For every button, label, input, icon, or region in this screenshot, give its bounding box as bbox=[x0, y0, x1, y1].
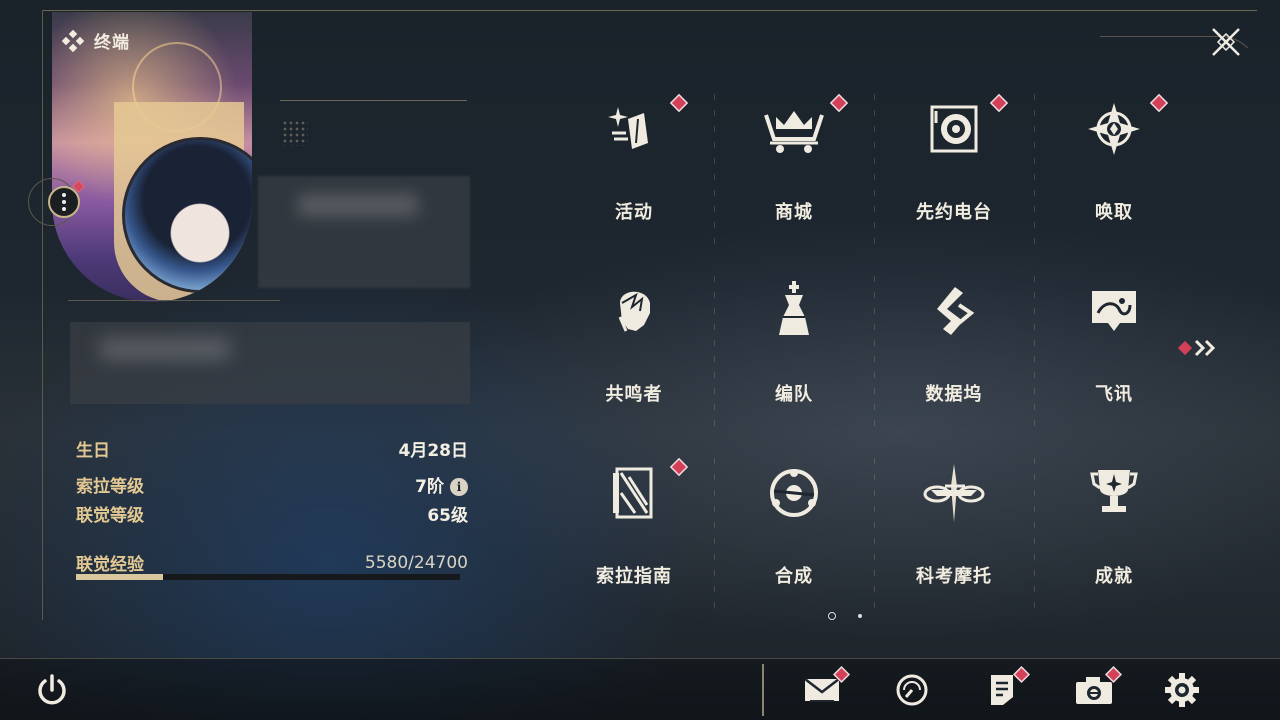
notification-badge bbox=[831, 95, 847, 111]
notification-badge bbox=[1151, 95, 1167, 111]
notes-icon bbox=[991, 675, 1013, 705]
close-x-icon bbox=[1212, 28, 1240, 56]
mail-icon bbox=[804, 678, 840, 702]
grid-tick-line bbox=[1034, 94, 1035, 254]
grid-tick-line bbox=[874, 458, 875, 618]
radio-icon bbox=[919, 94, 989, 164]
menu-item-label: 共鸣者 bbox=[605, 384, 663, 405]
frame-left-line bbox=[42, 10, 43, 620]
stat-union-level: 联觉等级 65级 bbox=[76, 501, 468, 526]
grid-tick-line bbox=[874, 276, 875, 436]
page-dot[interactable] bbox=[858, 614, 862, 618]
terminal-header: 终端 bbox=[62, 28, 130, 53]
camera-button[interactable] bbox=[1074, 668, 1120, 710]
menu-item-label: 先约电台 bbox=[916, 202, 992, 223]
menu-item-motorbike[interactable]: 科考摩托 bbox=[874, 458, 1034, 618]
stat-value-wrap: 7阶 i bbox=[415, 472, 468, 497]
stat-value: 65级 bbox=[427, 506, 468, 526]
diamond-cluster-icon bbox=[62, 29, 84, 52]
gacha-compass-icon bbox=[1079, 94, 1149, 164]
grid-tick-line bbox=[714, 94, 715, 254]
menu-item-label: 合成 bbox=[775, 566, 813, 587]
exp-progress-fill bbox=[76, 574, 163, 580]
divider-line bbox=[280, 100, 467, 101]
mail-button[interactable] bbox=[802, 668, 848, 710]
grid-tick-line bbox=[1034, 276, 1035, 436]
grid-tick-line bbox=[714, 458, 715, 618]
stat-union-exp: 联觉经验 5580/24700 bbox=[76, 550, 468, 576]
clock-icon bbox=[896, 674, 928, 706]
menu-item-label: 索拉指南 bbox=[596, 566, 672, 587]
menu-item-radio[interactable]: 先约电台 bbox=[874, 94, 1034, 254]
menu-item-label: 唤取 bbox=[1095, 202, 1133, 223]
shop-cart-icon bbox=[759, 94, 829, 164]
stat-label: 联觉等级 bbox=[76, 506, 144, 526]
stat-label: 索拉等级 bbox=[76, 477, 144, 497]
notification-badge bbox=[671, 459, 687, 475]
synthesis-icon bbox=[759, 458, 829, 528]
stat-value: 7阶 bbox=[415, 477, 444, 497]
menu-item-label: 商城 bbox=[775, 202, 813, 223]
guide-book-icon bbox=[599, 458, 669, 528]
close-button[interactable] bbox=[1208, 24, 1244, 60]
exp-progress-bar bbox=[76, 574, 460, 580]
team-chess-icon bbox=[759, 276, 829, 346]
stat-value: 5580/24700 bbox=[364, 552, 468, 573]
notes-button[interactable] bbox=[982, 668, 1028, 710]
player-signature-area bbox=[70, 322, 470, 404]
menu-item-sol-guide[interactable]: 索拉指南 bbox=[554, 458, 714, 618]
trophy-icon bbox=[1079, 458, 1149, 528]
stat-label: 生日 bbox=[76, 441, 110, 461]
next-page-button[interactable] bbox=[1177, 338, 1219, 358]
page-title: 终端 bbox=[94, 33, 130, 53]
power-icon bbox=[38, 674, 66, 705]
page-dot-active[interactable] bbox=[828, 612, 836, 620]
menu-item-label: 编队 bbox=[775, 384, 813, 405]
activity-icon bbox=[599, 94, 669, 164]
stat-sol-rank: 索拉等级 7阶 i bbox=[76, 472, 468, 497]
notification-badge bbox=[671, 95, 687, 111]
stat-birthday: 生日 4月28日 bbox=[76, 436, 468, 461]
menu-item-team[interactable]: 编队 bbox=[714, 276, 874, 436]
message-icon bbox=[1079, 276, 1149, 346]
dot-grid-decoration bbox=[282, 120, 308, 146]
pagination-indicator bbox=[828, 612, 862, 620]
profile-card bbox=[52, 12, 252, 302]
menu-item-convene[interactable]: 唤取 bbox=[1034, 94, 1194, 254]
menu-item-resonators[interactable]: 共鸣者 bbox=[554, 276, 714, 436]
grid-tick-line bbox=[874, 94, 875, 254]
notification-badge bbox=[1177, 340, 1193, 356]
power-button[interactable] bbox=[32, 670, 72, 710]
resonator-icon bbox=[599, 276, 669, 346]
stat-label: 联觉经验 bbox=[76, 555, 144, 575]
player-name-area bbox=[258, 176, 470, 288]
camera-icon bbox=[1076, 677, 1112, 704]
menu-item-activity[interactable]: 活动 bbox=[554, 94, 714, 254]
bottom-divider bbox=[762, 664, 764, 716]
double-chevron-right-icon bbox=[1194, 339, 1216, 357]
menu-item-label: 活动 bbox=[615, 202, 653, 223]
menu-item-shop[interactable]: 商城 bbox=[714, 94, 874, 254]
menu-item-achievements[interactable]: 成就 bbox=[1034, 458, 1194, 618]
grid-tick-line bbox=[1034, 458, 1035, 618]
menu-item-label: 科考摩托 bbox=[916, 566, 992, 587]
menu-item-data-dock[interactable]: 数据坞 bbox=[874, 276, 1034, 436]
clock-button[interactable] bbox=[892, 670, 932, 710]
notification-badge bbox=[991, 95, 1007, 111]
menu-item-synthesis[interactable]: 合成 bbox=[714, 458, 874, 618]
settings-button[interactable] bbox=[1162, 670, 1202, 710]
info-icon[interactable]: i bbox=[450, 478, 468, 496]
settings-gear-icon bbox=[1165, 673, 1199, 707]
menu-item-label: 数据坞 bbox=[925, 384, 983, 405]
profile-menu-button[interactable] bbox=[48, 186, 80, 218]
menu-item-label: 飞讯 bbox=[1095, 384, 1133, 405]
menu-item-label: 成就 bbox=[1095, 566, 1133, 587]
grid-tick-line bbox=[714, 276, 715, 436]
stat-value: 4月28日 bbox=[398, 441, 469, 461]
data-dock-icon bbox=[919, 276, 989, 346]
motorbike-icon bbox=[919, 458, 989, 528]
menu-item-messages[interactable]: 飞讯 bbox=[1034, 276, 1194, 436]
frame-top-line bbox=[42, 10, 1257, 11]
divider-line bbox=[68, 300, 280, 301]
